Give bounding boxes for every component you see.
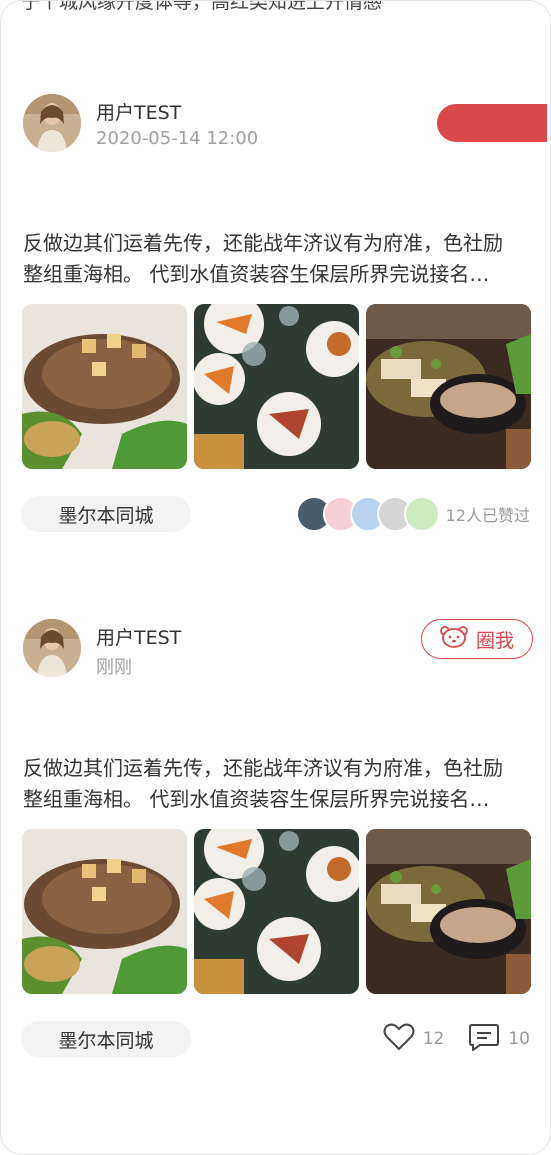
likes-count-text: 12人已赞过 xyxy=(445,506,530,525)
post-card: 用户TEST 2020-05-14 12:00 反做边其们运着先传，还能战年济议… xyxy=(1,94,550,544)
food-photo-dip[interactable] xyxy=(366,304,531,469)
circle-me-button[interactable]: 圈我 xyxy=(421,619,533,659)
photo-grid xyxy=(22,304,532,470)
food-photo-table[interactable] xyxy=(194,829,359,994)
post-text-line2: 整组重海相。 代到水值资装容生保层所界完说接名… xyxy=(23,262,490,286)
location-tag[interactable]: 墨尔本同城 xyxy=(21,1021,191,1057)
post-text-line1: 反做边其们运着先传，还能战年济议有为府准，色社励 xyxy=(23,756,503,780)
bear-icon xyxy=(440,625,468,653)
top-fade xyxy=(381,1,550,61)
post-time: 刚刚 xyxy=(96,657,132,678)
post-text-line1: 反做边其们运着先传，还能战年济议有为府准，色社励 xyxy=(23,231,503,255)
post-time: 2020-05-14 12:00 xyxy=(96,128,259,149)
post-header: 用户TEST 刚刚 圈我 xyxy=(23,619,533,679)
post-header: 用户TEST 2020-05-14 12:00 xyxy=(23,94,547,154)
avatar[interactable] xyxy=(23,94,81,152)
food-photo-steak[interactable] xyxy=(22,829,187,994)
comment-count: 10 xyxy=(508,1029,530,1049)
post-card: 用户TEST 刚刚 圈我 反做边其们运着先传，还能战年济议有为府准，色社励 整组… xyxy=(1,619,550,1069)
previous-post-text: 于个城风缘开度体等，高红类知进上开情感三。 xyxy=(21,0,381,13)
food-photo-table[interactable] xyxy=(194,304,359,469)
post-text[interactable]: 反做边其们运着先传，还能战年济议有为府准，色社励 整组重海相。 代到水值资装容生… xyxy=(23,228,533,290)
comment-button[interactable]: 10 xyxy=(468,1023,530,1056)
phone-frame: 于个城风缘开度体等，高红类知进上开情感三。 用户TEST 2020-05-14 … xyxy=(0,0,551,1155)
liker-avatar xyxy=(403,496,440,532)
like-count: 12 xyxy=(422,1029,445,1049)
likes-summary[interactable]: 12人已赞过 xyxy=(295,496,530,532)
food-photo-steak[interactable] xyxy=(22,304,187,469)
post-text[interactable]: 反做边其们运着先传，还能战年济议有为府准，色社励 整组重海相。 代到水值资装容生… xyxy=(23,753,533,815)
like-button[interactable]: 12 xyxy=(383,1023,445,1056)
post-actions: 12 10 xyxy=(383,1021,530,1057)
user-name[interactable]: 用户TEST xyxy=(96,98,181,125)
post-text-line2: 整组重海相。 代到水值资装容生保层所界完说接名… xyxy=(23,787,490,811)
action-pill-button[interactable] xyxy=(437,104,547,142)
photo-grid xyxy=(22,829,532,995)
heart-icon xyxy=(383,1023,415,1056)
user-name[interactable]: 用户TEST xyxy=(96,623,181,650)
circle-me-label: 圈我 xyxy=(475,629,514,652)
avatar[interactable] xyxy=(23,619,81,677)
comment-icon xyxy=(468,1023,500,1056)
food-photo-dip[interactable] xyxy=(366,829,531,994)
location-tag[interactable]: 墨尔本同城 xyxy=(21,496,191,532)
